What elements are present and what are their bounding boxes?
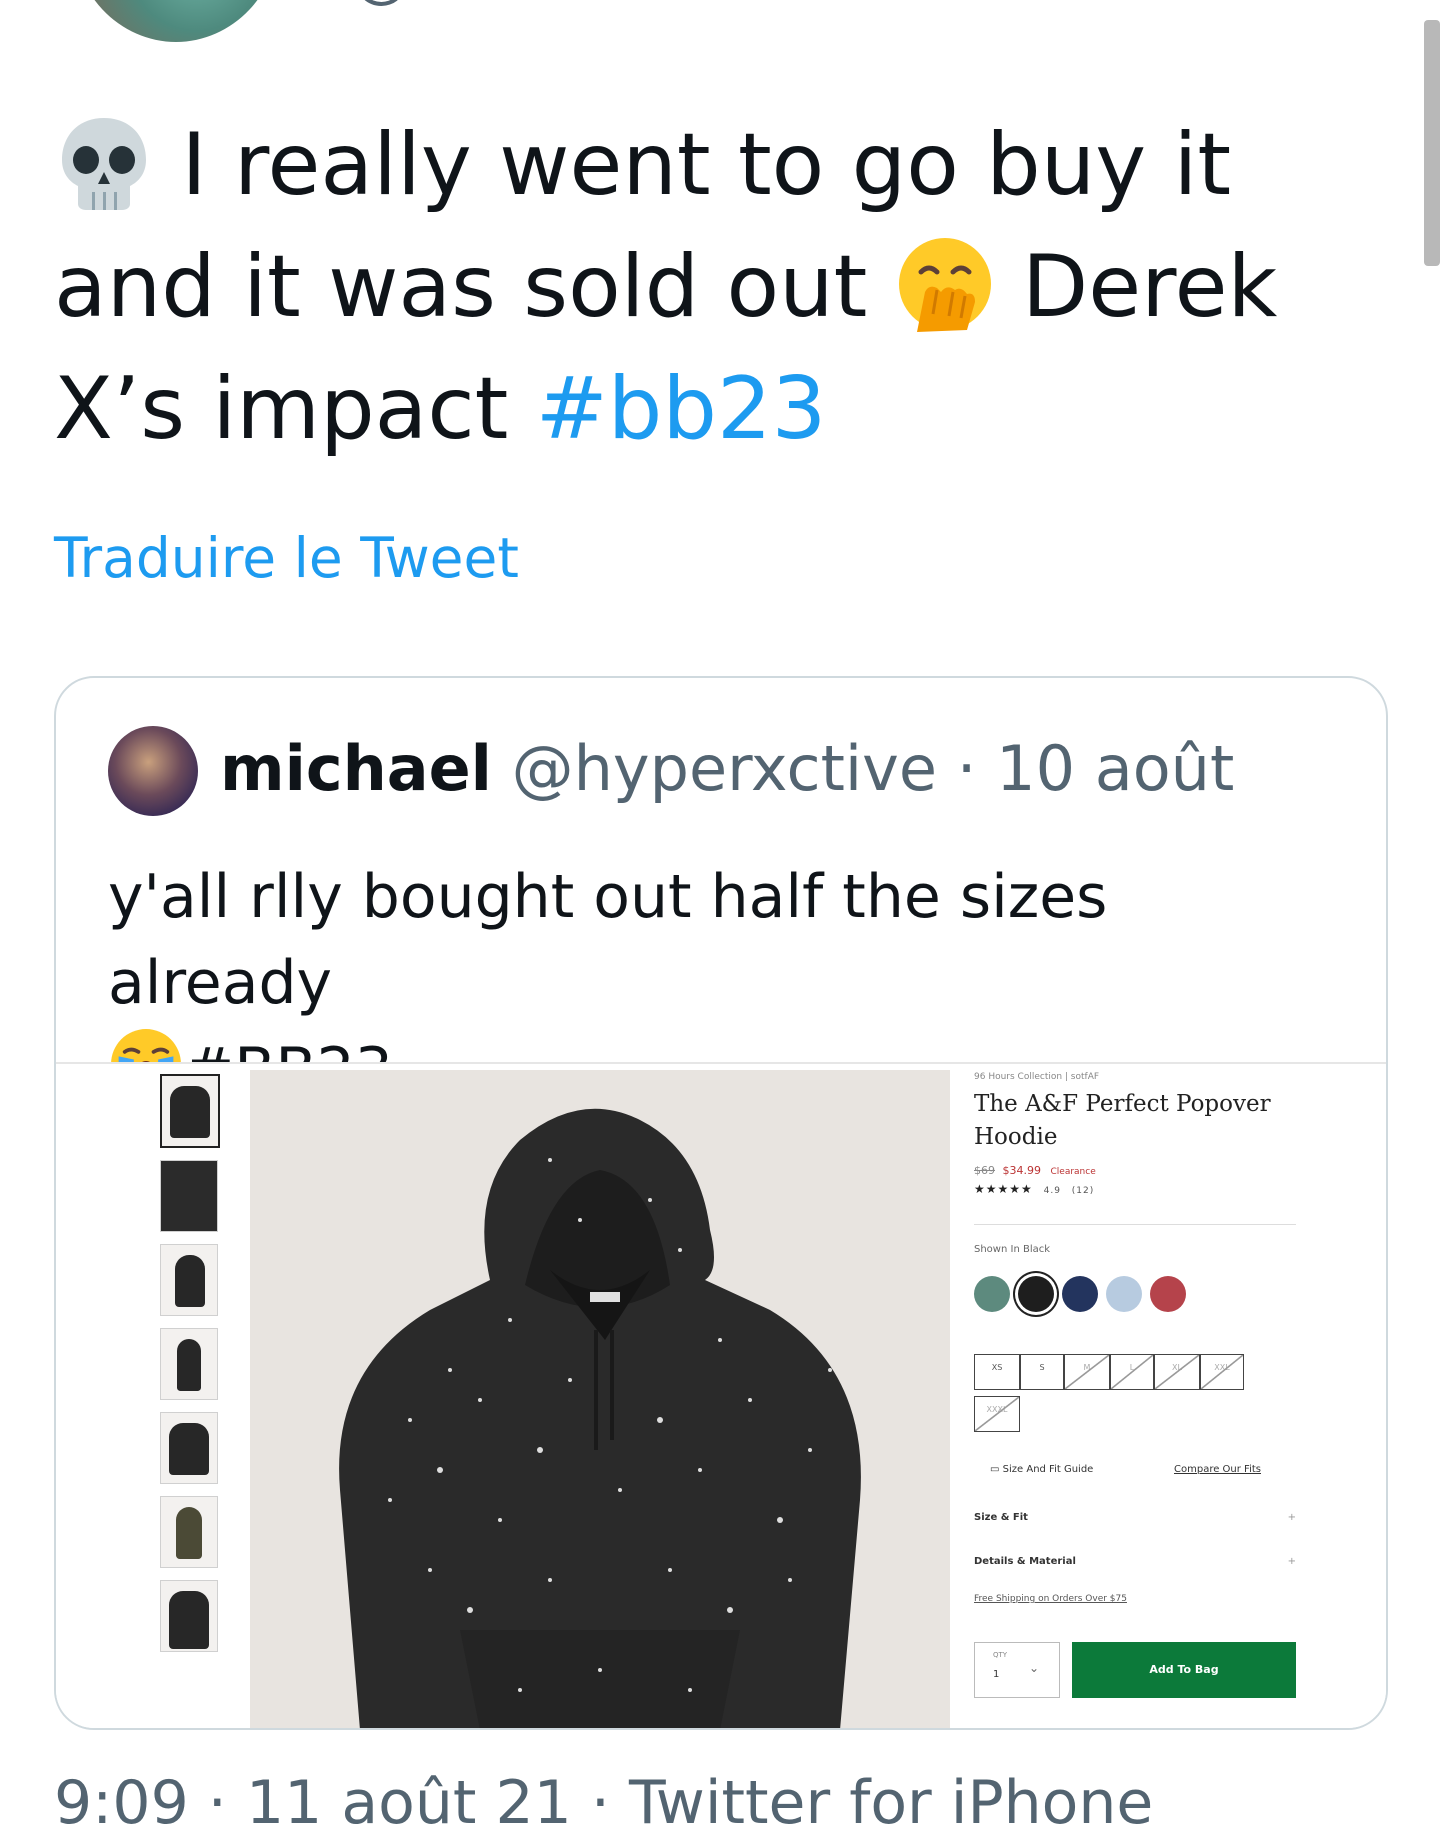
price-sale: $34.99 bbox=[1002, 1164, 1042, 1177]
chevron-down-icon: ⌄ bbox=[1029, 1661, 1040, 1675]
color-swatch[interactable] bbox=[1106, 1276, 1142, 1312]
translate-tweet-link[interactable]: Traduire le Tweet bbox=[54, 526, 519, 590]
divider bbox=[974, 1224, 1296, 1225]
quoted-media-image[interactable]: 96 Hours Collection | sotfAF The A&F Per… bbox=[56, 1062, 1386, 1728]
thumbnail-3[interactable] bbox=[160, 1244, 218, 1316]
color-swatches bbox=[974, 1272, 1234, 1316]
qty-value: 1 bbox=[993, 1669, 1000, 1680]
quoted-tweet-date[interactable]: 10 août bbox=[996, 732, 1234, 805]
quoted-tweet-header: michael @hyperxctive · 10 août bbox=[220, 732, 1234, 805]
product-main-image[interactable] bbox=[250, 1070, 950, 1728]
clearance-badge: Clearance bbox=[1050, 1167, 1096, 1177]
product-detail-panel: 96 Hours Collection | sotfAF The A&F Per… bbox=[974, 1064, 1374, 1728]
top-crop: @mahnuurdee bbox=[0, 0, 1440, 46]
hashtag-link[interactable]: #bb23 bbox=[536, 359, 827, 459]
thumbnail-7[interactable] bbox=[160, 1580, 218, 1652]
size-option[interactable]: L bbox=[1110, 1354, 1154, 1390]
thumbnail-6[interactable] bbox=[160, 1496, 218, 1568]
price-old: $69 bbox=[974, 1164, 995, 1177]
rating[interactable]: ★★★★★ 4.9 (12) bbox=[974, 1182, 1094, 1196]
free-shipping-link[interactable]: Free Shipping on Orders Over $75 bbox=[974, 1594, 1127, 1604]
details-material-accordion[interactable]: Details & Material + bbox=[974, 1556, 1296, 1567]
size-option[interactable]: XXXL bbox=[974, 1396, 1020, 1432]
author-avatar[interactable] bbox=[72, 0, 280, 42]
quoted-author-handle[interactable]: @hyperxctive bbox=[512, 732, 937, 805]
size-option[interactable]: S bbox=[1020, 1354, 1064, 1390]
quoted-tweet[interactable]: michael @hyperxctive · 10 août y'all rll… bbox=[54, 676, 1388, 1730]
size-option[interactable]: XL bbox=[1154, 1354, 1200, 1390]
breadcrumb[interactable]: 96 Hours Collection | sotfAF bbox=[974, 1072, 1099, 1082]
shown-in-label: Shown In Black bbox=[974, 1244, 1051, 1255]
review-count[interactable]: (12) bbox=[1072, 1186, 1094, 1196]
accordion-label: Details & Material bbox=[974, 1556, 1076, 1567]
size-option[interactable]: XXL bbox=[1200, 1354, 1244, 1390]
thumbnail-5[interactable] bbox=[160, 1412, 218, 1484]
add-to-bag-button[interactable]: Add To Bag bbox=[1072, 1642, 1296, 1698]
price: $69 $34.99 Clearance bbox=[974, 1164, 1096, 1177]
quantity-select[interactable]: QTY 1 ⌄ bbox=[974, 1642, 1060, 1698]
product-thumbnails bbox=[160, 1074, 224, 1664]
scrollbar[interactable] bbox=[1424, 20, 1440, 266]
color-swatch[interactable] bbox=[1150, 1276, 1186, 1312]
plus-icon: + bbox=[1287, 1512, 1296, 1523]
product-title: The A&F Perfect Popover Hoodie bbox=[974, 1091, 1271, 1150]
thumbnail-4[interactable] bbox=[160, 1328, 218, 1400]
star-icons: ★★★★★ bbox=[974, 1182, 1033, 1196]
size-option[interactable]: M bbox=[1064, 1354, 1110, 1390]
accordion-label: Size & Fit bbox=[974, 1512, 1028, 1523]
size-fit-accordion[interactable]: Size & Fit + bbox=[974, 1512, 1296, 1523]
skull-icon bbox=[54, 112, 154, 212]
plus-icon: + bbox=[1287, 1556, 1296, 1567]
meta-separator: · bbox=[956, 732, 977, 805]
author-handle[interactable]: @mahnuurdee bbox=[352, 0, 791, 10]
quoted-author-name[interactable]: michael bbox=[220, 732, 492, 805]
thumbnail-2[interactable] bbox=[160, 1160, 218, 1232]
size-option[interactable]: XS bbox=[974, 1354, 1020, 1390]
size-guide-link[interactable]: ▭ Size And Fit Guide bbox=[990, 1464, 1093, 1475]
quoted-tweet-body: y'all rlly bought out half the sizes alr… bbox=[108, 862, 1108, 1018]
color-swatch[interactable] bbox=[974, 1276, 1010, 1312]
size-guide-label: Size And Fit Guide bbox=[1002, 1464, 1094, 1475]
tweet-text: I really went to go buy it and it was so… bbox=[54, 104, 1394, 470]
compare-fits-link[interactable]: Compare Our Fits bbox=[1174, 1464, 1261, 1475]
color-swatch[interactable] bbox=[1062, 1276, 1098, 1312]
thumbnail-1[interactable] bbox=[160, 1074, 220, 1148]
tweet-meta: 9:09 · 11 août 21 · Twitter for iPhone bbox=[54, 1768, 1154, 1838]
rating-value: 4.9 bbox=[1043, 1186, 1061, 1196]
quoted-author-avatar[interactable] bbox=[108, 726, 198, 816]
qty-label: QTY bbox=[993, 1651, 1008, 1659]
hand-over-mouth-icon bbox=[895, 234, 995, 334]
color-swatch[interactable] bbox=[1018, 1276, 1054, 1312]
